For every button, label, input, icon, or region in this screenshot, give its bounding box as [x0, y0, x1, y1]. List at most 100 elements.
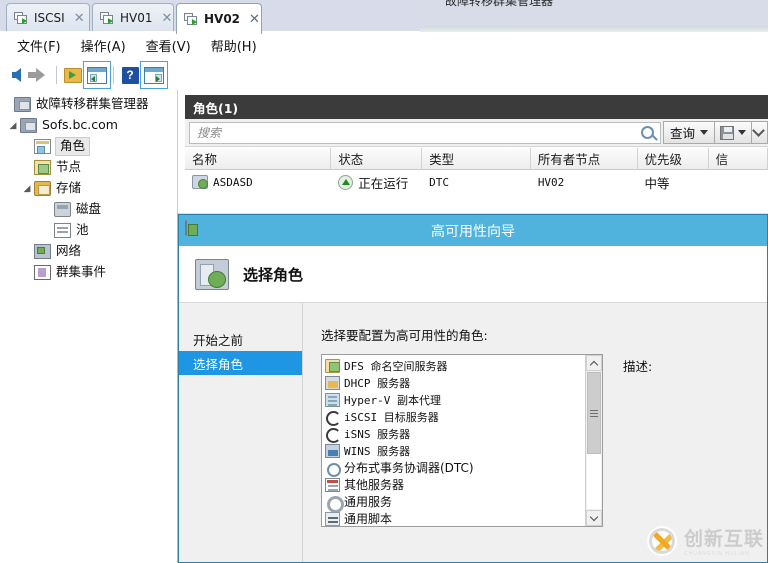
- chevron-expanded-icon[interactable]: ◢: [6, 121, 20, 131]
- save-query-button[interactable]: [715, 121, 752, 144]
- close-icon[interactable]: ✕: [74, 12, 85, 25]
- description-label: 描述:: [623, 359, 653, 374]
- tab-hv02[interactable]: HV02 ✕: [176, 3, 262, 34]
- list-item[interactable]: 其他服务器: [325, 476, 585, 493]
- query-button[interactable]: 查询: [662, 121, 715, 144]
- role-label: DHCP 服务器: [344, 376, 411, 390]
- wins-server-icon: [325, 443, 340, 458]
- chevron-down-icon: [752, 124, 765, 137]
- sidebar-item-disks[interactable]: 磁盘: [0, 199, 177, 220]
- scroll-up-button[interactable]: [586, 355, 602, 371]
- cluster-tab-icon: [14, 11, 29, 25]
- dialog-body: 开始之前 选择角色 选择要配置为高可用性的角色: DFS 命名空间服务器 DHC…: [179, 303, 767, 562]
- list-item[interactable]: DHCP 服务器: [325, 374, 585, 391]
- dialog-titlebar[interactable]: 高可用性向导: [179, 215, 767, 246]
- show-hide-action-pane-icon[interactable]: [140, 61, 168, 89]
- role-type: DTC: [429, 175, 449, 189]
- list-item[interactable]: 分布式事务协调器(DTC): [325, 459, 585, 477]
- tree-label: 群集事件: [56, 264, 107, 280]
- column-header-priority[interactable]: 优先级: [638, 147, 709, 170]
- back-arrow-icon[interactable]: [4, 63, 28, 87]
- list-item[interactable]: WINS 服务器: [325, 442, 585, 459]
- list-item[interactable]: Hyper-V 副本代理: [325, 391, 585, 408]
- list-item[interactable]: 通用服务: [325, 493, 585, 513]
- scroll-down-button[interactable]: [586, 510, 602, 526]
- role-name: ASDASD: [213, 175, 253, 189]
- tree-root-failover-cluster-manager[interactable]: 故障转移群集管理器: [0, 94, 177, 115]
- column-header-status[interactable]: 状态: [331, 147, 423, 170]
- role-list[interactable]: DFS 命名空间服务器 DHCP 服务器 Hyper-V 副本代理 iSCSI …: [321, 354, 603, 527]
- isns-server-icon: [325, 427, 341, 443]
- close-icon[interactable]: ✕: [249, 13, 260, 26]
- help-icon[interactable]: ?: [118, 63, 142, 87]
- menu-action[interactable]: 操作(A): [72, 32, 135, 59]
- sidebar-item-roles[interactable]: 角色: [0, 136, 177, 157]
- tab-iscsi[interactable]: ISCSI ✕: [6, 3, 90, 32]
- iscsi-target-icon: [325, 410, 341, 426]
- tab-label: ISCSI: [34, 11, 65, 25]
- cell-priority: 中等: [638, 170, 709, 194]
- dialog-header: 选择角色: [179, 246, 767, 303]
- list-item[interactable]: DFS 命名空间服务器: [325, 357, 585, 374]
- sidebar-item-storage[interactable]: ◢ 存储: [0, 178, 177, 199]
- status-badge: 正在运行: [358, 175, 409, 191]
- close-icon[interactable]: ✕: [162, 12, 173, 25]
- tree-label: 故障转移群集管理器: [36, 96, 149, 112]
- console-tree[interactable]: 故障转移群集管理器 ◢ Sofs.bc.com 角色 节点 ◢ 存储 磁盘 池: [0, 90, 178, 563]
- chevron-expanded-icon[interactable]: ◢: [20, 184, 34, 194]
- column-header-type[interactable]: 类型: [422, 147, 531, 170]
- tree-label: 池: [76, 222, 89, 238]
- sidebar-item-nodes[interactable]: 节点: [0, 157, 177, 178]
- role-label: DFS 命名空间服务器: [344, 359, 448, 373]
- scroll-track[interactable]: [587, 454, 601, 509]
- tree-label: 网络: [56, 243, 82, 259]
- sidebar-item-cluster-events[interactable]: 群集事件: [0, 262, 177, 283]
- table-row[interactable]: ASDASD 正在运行 DTC HV02 中等: [185, 170, 768, 194]
- dfs-namespace-icon: [325, 358, 340, 373]
- chevron-down-icon[interactable]: [738, 130, 746, 135]
- help-question-glyph: ?: [121, 66, 139, 84]
- search-input[interactable]: 搜索: [189, 121, 661, 144]
- wizard-step-select-role[interactable]: 选择角色: [179, 351, 302, 375]
- list-item[interactable]: iSNS 服务器: [325, 425, 585, 443]
- select-role-icon: [195, 258, 229, 290]
- search-icon[interactable]: [640, 126, 654, 139]
- column-header-name[interactable]: 名称: [185, 147, 332, 170]
- list-item[interactable]: 通用脚本: [325, 510, 585, 526]
- expand-more-button[interactable]: [752, 121, 768, 144]
- column-header-owner-node[interactable]: 所有者节点: [531, 147, 638, 170]
- wizard-step-before-you-begin[interactable]: 开始之前: [179, 327, 302, 351]
- role-label: WINS 服务器: [344, 444, 411, 458]
- sidebar-item-pools[interactable]: 池: [0, 220, 177, 241]
- role-label: 通用服务: [344, 495, 393, 509]
- menu-bar: 文件(F) 操作(A) 查看(V) 帮助(H): [0, 32, 768, 60]
- hyperv-replica-icon: [325, 392, 340, 407]
- network-icon: [34, 244, 51, 259]
- roles-icon: [34, 139, 51, 154]
- background-window-title: 故障转移群集管理器: [445, 0, 554, 8]
- tab-label: HV02: [204, 12, 241, 26]
- chevron-down-icon[interactable]: [700, 130, 708, 135]
- roles-table-header: 名称 状态 类型 所有者节点 优先级 信: [185, 147, 768, 170]
- column-header-information[interactable]: 信: [709, 147, 768, 170]
- menu-help[interactable]: 帮助(H): [202, 32, 266, 59]
- sidebar-item-networks[interactable]: 网络: [0, 241, 177, 262]
- dtc-icon: [325, 461, 341, 477]
- scroll-thumb[interactable]: [587, 372, 601, 454]
- role-icon: [192, 175, 208, 189]
- generic-script-icon: [325, 511, 340, 526]
- page-title: 角色(1): [185, 95, 768, 119]
- search-placeholder: 搜索: [197, 126, 222, 140]
- tree-item-sofs[interactable]: ◢ Sofs.bc.com: [0, 115, 177, 136]
- role-list-scrollbar[interactable]: [585, 355, 602, 526]
- menu-view[interactable]: 查看(V): [137, 32, 200, 59]
- role-label: iSNS 服务器: [344, 427, 411, 441]
- up-folder-icon[interactable]: [61, 63, 85, 87]
- show-hide-console-tree-icon[interactable]: [83, 61, 111, 89]
- cell-status: 正在运行: [331, 170, 422, 194]
- high-availability-wizard-dialog[interactable]: 高可用性向导 选择角色 开始之前 选择角色 选择要配置为高可用性的角色: DFS…: [178, 214, 768, 563]
- menu-file[interactable]: 文件(F): [8, 32, 70, 59]
- tab-hv01[interactable]: HV01 ✕: [92, 3, 174, 32]
- list-item[interactable]: iSCSI 目标服务器: [325, 408, 585, 426]
- forward-arrow-icon[interactable]: [27, 63, 52, 87]
